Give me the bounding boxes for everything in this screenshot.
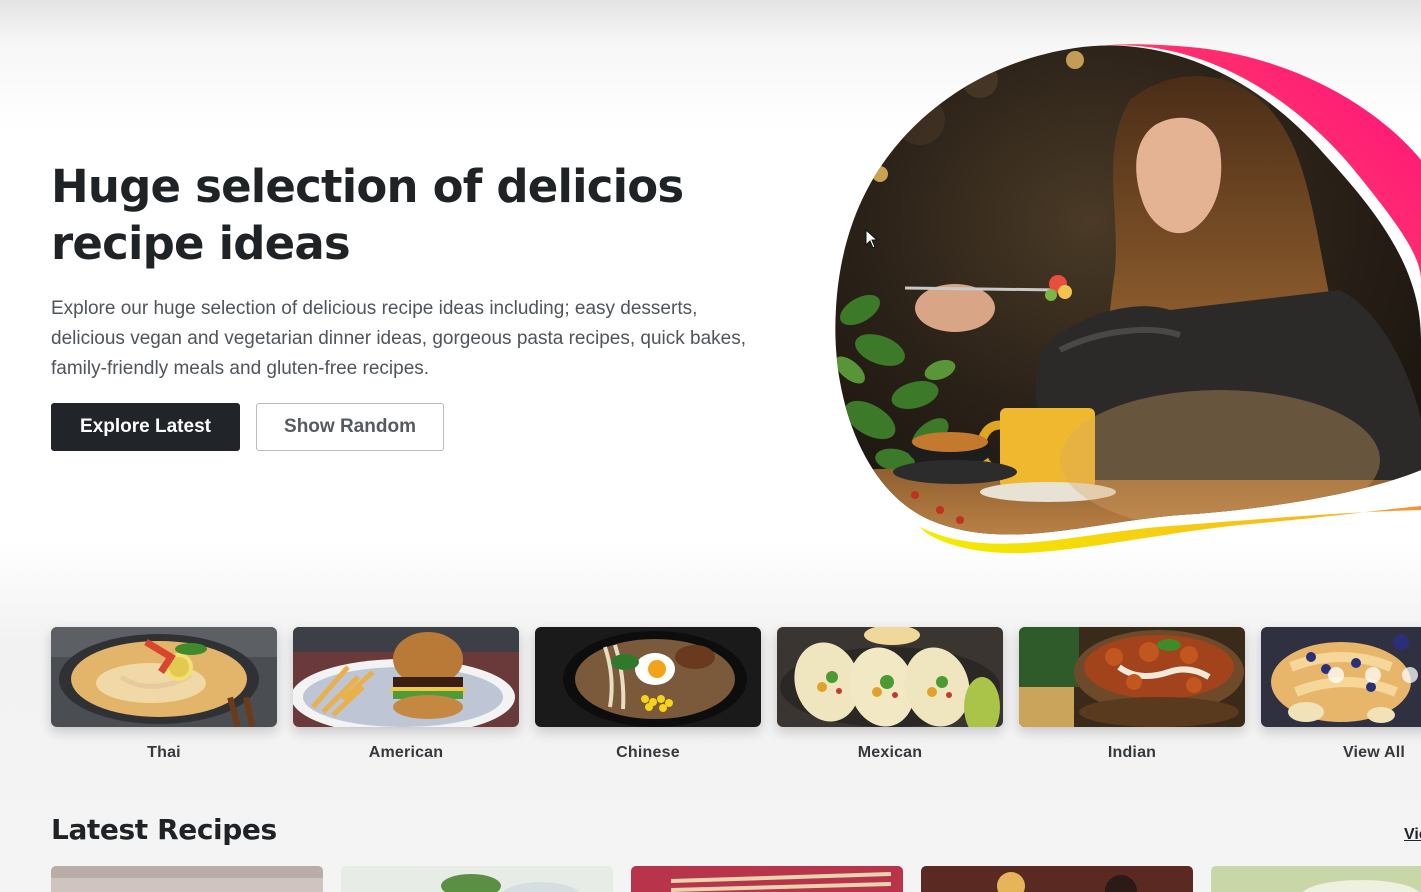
category-mexican-label: Mexican	[857, 744, 923, 761]
category-mexican-image	[777, 627, 1003, 727]
hero-title: Huge selection of delicios recipe ideas	[51, 160, 684, 270]
category-american[interactable]: American	[293, 627, 519, 762]
recipe-card[interactable]	[921, 866, 1193, 892]
hero-description: Explore our huge selection of delicious …	[51, 298, 747, 379]
latest-recipe-list	[51, 866, 1421, 892]
hero-buttons: Explore Latest Show Random	[51, 403, 791, 451]
category-thai[interactable]: Thai	[51, 627, 277, 762]
recipe-card[interactable]	[631, 866, 903, 892]
hero-text: Huge selection of delicios recipe ideas …	[51, 158, 791, 451]
category-american-label: American	[368, 744, 444, 761]
recipe-card[interactable]	[51, 866, 323, 892]
category-chinese-label: Chinese	[616, 744, 680, 761]
category-indian-image	[1019, 627, 1245, 727]
category-view-all-label: View All	[1342, 744, 1406, 761]
category-chinese[interactable]: Chinese	[535, 627, 761, 762]
category-indian[interactable]: Indian	[1019, 627, 1245, 762]
category-list: Thai American Chinese Mexican Indian Vie…	[51, 627, 1421, 762]
category-thai-image	[51, 627, 277, 727]
category-chinese-image	[535, 627, 761, 727]
category-american-image	[293, 627, 519, 727]
category-indian-label: Indian	[1107, 744, 1157, 761]
category-mexican[interactable]: Mexican	[777, 627, 1003, 762]
category-view-all-image	[1261, 627, 1421, 727]
latest-recipes-heading: Latest Recipes	[51, 813, 277, 846]
explore-latest-button[interactable]: Explore Latest	[51, 403, 240, 451]
recipe-card[interactable]	[341, 866, 613, 892]
category-thai-label: Thai	[147, 744, 181, 761]
mouse-cursor-icon	[865, 228, 879, 254]
hero-image	[820, 40, 1421, 560]
show-random-button[interactable]: Show Random	[256, 403, 444, 451]
latest-view-all-link[interactable]: View All	[1404, 826, 1421, 844]
category-view-all[interactable]: View All	[1261, 627, 1421, 762]
recipe-card[interactable]	[1211, 866, 1421, 892]
